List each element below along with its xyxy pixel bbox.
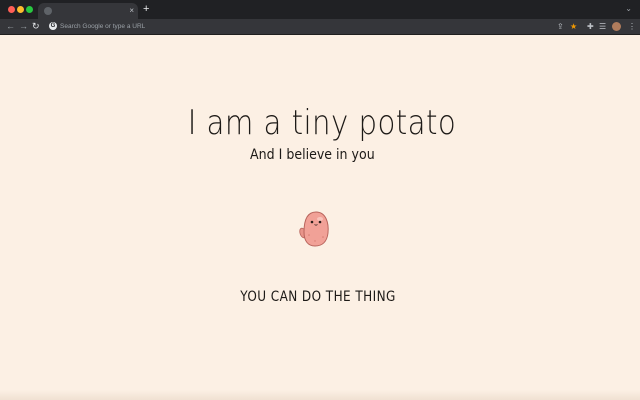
address-bar-placeholder: Search Google or type a URL [60, 23, 146, 30]
reload-button[interactable]: ↻ [32, 20, 40, 33]
profile-avatar[interactable] [612, 22, 621, 31]
browser-toolbar: ← → ↻ G Search Google or type a URL ⇪ ★ … [0, 19, 640, 35]
bookmark-star-icon[interactable]: ★ [570, 21, 577, 32]
tiny-potato-illustration [298, 209, 334, 249]
browser-tab[interactable]: × [38, 3, 138, 19]
page-subtitle: And I believe in you [250, 147, 375, 163]
tab-strip: × + ⌄ [0, 0, 640, 19]
new-tab-page: I am a tiny potato And I believe in you … [0, 35, 640, 400]
media-controls-icon[interactable]: ☰ [599, 21, 606, 32]
more-menu-icon[interactable]: ⋮ [628, 21, 636, 32]
address-bar[interactable]: G Search Google or type a URL [46, 21, 606, 32]
motivation-text: YOU CAN DO THE THING [240, 289, 396, 305]
window-minimize-button[interactable] [17, 6, 24, 13]
back-button[interactable]: ← [6, 20, 15, 33]
tab-favicon-icon [44, 7, 52, 15]
google-icon: G [49, 22, 57, 30]
tab-search-icon[interactable]: ⌄ [625, 3, 632, 15]
potato-icon [299, 211, 329, 247]
window-maximize-button[interactable] [26, 6, 33, 13]
share-icon[interactable]: ⇪ [557, 21, 564, 32]
new-tab-button[interactable]: + [143, 2, 149, 16]
extensions-icon[interactable]: ✚ [587, 21, 594, 32]
tab-close-icon[interactable]: × [129, 5, 134, 17]
page-title: I am a tiny potato [187, 103, 457, 143]
forward-button[interactable]: → [19, 20, 28, 33]
tab-title [56, 6, 126, 16]
window-close-button[interactable] [8, 6, 15, 13]
bottom-shadow [0, 390, 640, 400]
